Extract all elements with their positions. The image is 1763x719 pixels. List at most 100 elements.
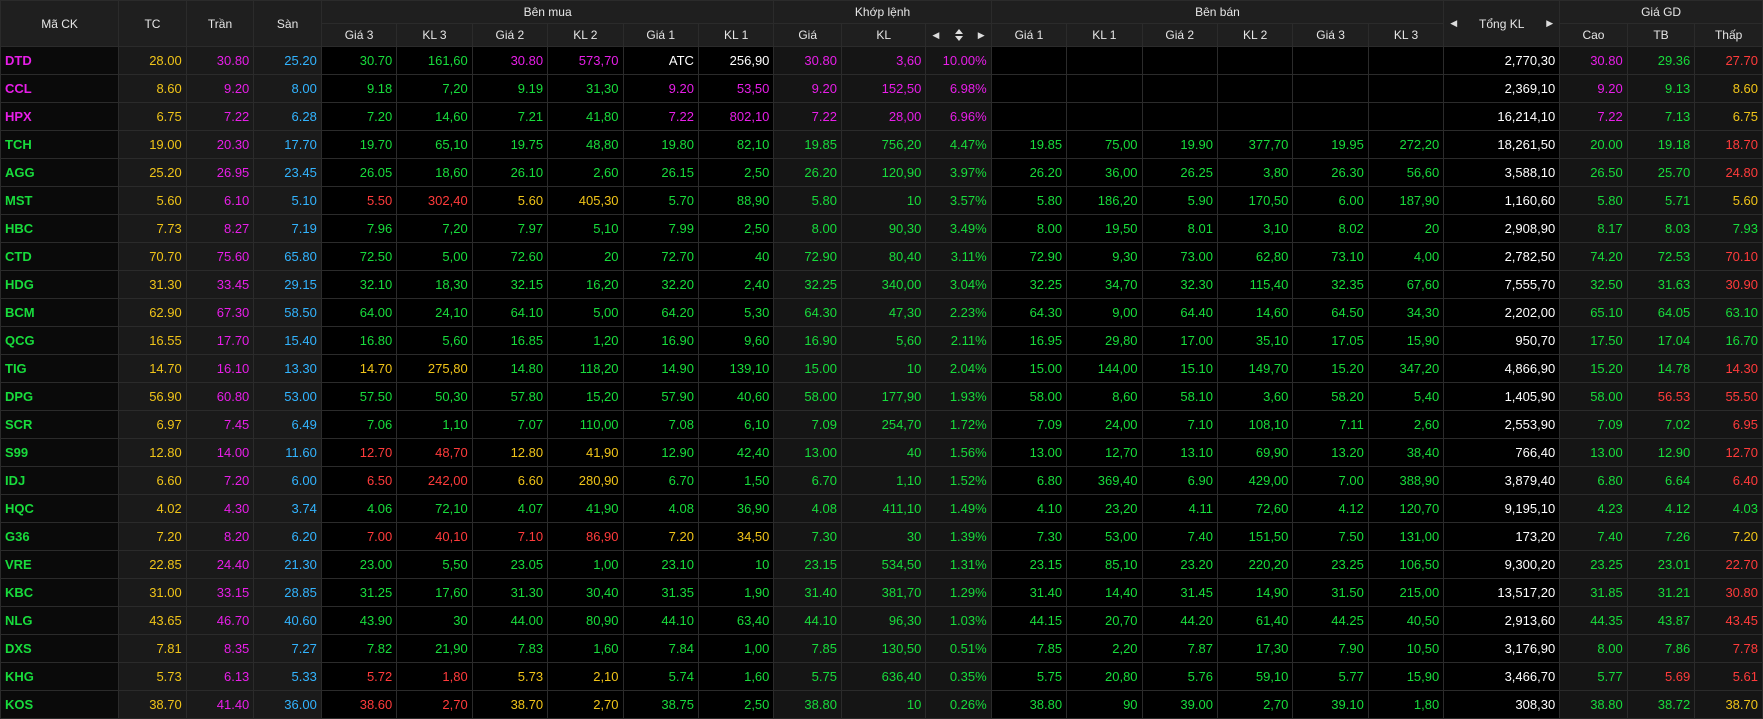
high-cell: 5.77	[1559, 662, 1628, 691]
table-row[interactable]: VRE 22.85 24.40 21.30 23.00 5,50 23.05 1,00 23.1…	[0, 550, 1763, 579]
table-row[interactable]: TIG 14.70 16.10 13.30 14.70 275,80 14.80 118,20…	[0, 354, 1763, 383]
ref-cell: 28.00	[118, 46, 187, 75]
table-row[interactable]: SCR 6.97 7.45 6.49 7.06 1,10 7.07 110,00 7.08 6,1…	[0, 410, 1763, 439]
bid-price-2-cell: 7.07	[471, 410, 549, 439]
avg-cell: 19.18	[1626, 130, 1696, 159]
col-header-bid-price-1[interactable]: Giá 1	[622, 23, 699, 47]
table-row[interactable]: HDG 31.30 33.45 29.15 32.10 18,30 32.15 16,20 32…	[0, 270, 1763, 299]
ask-vol-2-cell: 72,60	[1216, 494, 1294, 523]
bid-vol-2-cell: 41,90	[547, 494, 624, 523]
ask-price-2-cell: 19.90	[1141, 130, 1218, 159]
match-vol-cell: 47,30	[840, 298, 927, 327]
match-vol-cell: 80,40	[840, 242, 927, 271]
col-header-ref[interactable]: TC	[118, 0, 187, 47]
col-header-bid-price-3[interactable]: Giá 3	[320, 23, 398, 47]
ask-price-2-cell	[1141, 74, 1218, 103]
table-row[interactable]: HBC 7.73 8.27 7.19 7.96 7,20 7.97 5,10 7.99 2,50 8…	[0, 214, 1763, 243]
ask-vol-3-cell	[1367, 46, 1445, 75]
table-row[interactable]: MST 5.60 6.10 5.10 5.50 302,40 5.60 405,30 5.70 8…	[0, 186, 1763, 215]
sort-icon[interactable]	[954, 29, 964, 41]
col-header-ask-price-1[interactable]: Giá 1	[990, 23, 1068, 47]
col-header-ask-vol-1[interactable]: KL 1	[1066, 23, 1143, 47]
caret-right-icon[interactable]: ▶	[978, 30, 985, 41]
bid-vol-3-cell: 5,50	[396, 550, 473, 579]
col-header-match-price[interactable]: Giá	[773, 23, 842, 47]
bid-price-1-cell: 7.84	[622, 634, 699, 663]
table-row[interactable]: IDJ 6.60 7.20 6.00 6.50 242,00 6.60 280,90 6.70 1…	[0, 466, 1763, 495]
match-vol-cell: 10	[840, 186, 927, 215]
table-row[interactable]: CTD 70.70 75.60 65.80 72.50 5,00 72.60 20 72.70 4…	[0, 242, 1763, 271]
table-row[interactable]: G36 7.20 8.20 6.20 7.00 40,10 7.10 86,90 7.20 34,…	[0, 522, 1763, 551]
table-row[interactable]: DPG 56.90 60.80 53.00 57.50 50,30 57.80 15,20 57…	[0, 382, 1763, 411]
col-header-total-vol[interactable]: ◀ Tổng KL ▶	[1443, 0, 1561, 47]
col-header-bid-vol-2[interactable]: KL 2	[547, 23, 624, 47]
match-price-cell: 4.08	[773, 494, 842, 523]
col-header-bid-price-2[interactable]: Giá 2	[471, 23, 549, 47]
ask-vol-2-cell	[1216, 74, 1294, 103]
match-price-cell: 7.22	[773, 102, 842, 131]
col-header-match-vol[interactable]: KL	[840, 23, 927, 47]
ceil-cell: 67.30	[185, 298, 255, 327]
col-header-ceil[interactable]: Trần	[185, 0, 255, 47]
match-vol-cell: 3,60	[840, 46, 927, 75]
table-row[interactable]: KHG 5.73 6.13 5.33 5.72 1,80 5.73 2,10 5.74 1,60 5…	[0, 662, 1763, 691]
high-cell: 20.00	[1559, 130, 1628, 159]
ask-price-3-cell: 23.25	[1292, 550, 1369, 579]
col-header-bid-vol-3[interactable]: KL 3	[396, 23, 473, 47]
table-row[interactable]: QCG 16.55 17.70 15.40 16.80 5,60 16.85 1,20 16.9…	[0, 326, 1763, 355]
col-header-match-pct[interactable]: ◀ ▶	[925, 23, 992, 47]
low-cell: 27.70	[1694, 46, 1763, 75]
col-header-ask-price-3[interactable]: Giá 3	[1292, 23, 1369, 47]
col-header-floor[interactable]: Sàn	[253, 0, 322, 47]
col-header-high[interactable]: Cao	[1559, 23, 1628, 47]
col-header-avg[interactable]: TB	[1626, 23, 1696, 47]
total-vol-cell: 1,160,60	[1443, 186, 1561, 215]
col-header-ask-price-2[interactable]: Giá 2	[1141, 23, 1218, 47]
ceil-cell: 7.20	[185, 466, 255, 495]
bid-price-1-cell: 7.99	[622, 214, 699, 243]
bid-vol-2-cell: 5,10	[547, 214, 624, 243]
bid-price-2-cell: 19.75	[471, 130, 549, 159]
symbol-cell: DPG	[0, 382, 120, 411]
bid-vol-3-cell: 40,10	[396, 522, 473, 551]
caret-left-icon[interactable]: ◀	[1450, 18, 1457, 29]
table-row[interactable]: AGG 25.20 26.95 23.45 26.05 18,60 26.10 2,60 26.…	[0, 158, 1763, 187]
col-header-ask-vol-3[interactable]: KL 3	[1367, 23, 1445, 47]
match-vol-cell: 120,90	[840, 158, 927, 187]
col-header-symbol[interactable]: Mã CK	[0, 0, 120, 47]
col-header-ask-vol-2[interactable]: KL 2	[1216, 23, 1294, 47]
table-row[interactable]: S99 12.80 14.00 11.60 12.70 48,70 12.80 41,90 12…	[0, 438, 1763, 467]
bid-price-2-cell: 12.80	[471, 438, 549, 467]
table-row[interactable]: BCM 62.90 67.30 58.50 64.00 24,10 64.10 5,00 64.…	[0, 298, 1763, 327]
match-vol-cell: 152,50	[840, 74, 927, 103]
table-row[interactable]: DTD 28.00 30.80 25.20 30.70 161,60 30.80 573,70…	[0, 46, 1763, 75]
ask-price-3-cell: 6.00	[1292, 186, 1369, 215]
ask-vol-1-cell: 85,10	[1066, 550, 1143, 579]
ask-price-2-cell: 7.87	[1141, 634, 1218, 663]
caret-right-icon[interactable]: ▶	[1546, 18, 1553, 29]
table-row[interactable]: CCL 8.60 9.20 8.00 9.18 7,20 9.19 31,30 9.20 53,5…	[0, 74, 1763, 103]
table-row[interactable]: TCH 19.00 20.30 17.70 19.70 65,10 19.75 48,80 19…	[0, 130, 1763, 159]
match-price-cell: 6.70	[773, 466, 842, 495]
ask-price-2-cell: 7.40	[1141, 522, 1218, 551]
bid-vol-1-cell: 2,50	[697, 158, 775, 187]
col-header-low[interactable]: Thấp	[1694, 23, 1763, 47]
table-row[interactable]: NLG 43.65 46.70 40.60 43.90 30 44.00 80,90 44.10…	[0, 606, 1763, 635]
table-row[interactable]: DXS 7.81 8.35 7.27 7.82 21,90 7.83 1,60 7.84 1,00…	[0, 634, 1763, 663]
low-cell: 5.60	[1694, 186, 1763, 215]
avg-cell: 14.78	[1626, 354, 1696, 383]
table-row[interactable]: HQC 4.02 4.30 3.74 4.06 72,10 4.07 41,90 4.08 36,…	[0, 494, 1763, 523]
bid-price-2-cell: 7.97	[471, 214, 549, 243]
table-row[interactable]: KOS 38.70 41.40 36.00 38.60 2,70 38.70 2,70 38.7…	[0, 690, 1763, 719]
ask-price-3-cell: 15.20	[1292, 354, 1369, 383]
floor-cell: 25.20	[253, 46, 322, 75]
ask-vol-3-cell	[1367, 74, 1445, 103]
table-row[interactable]: KBC 31.00 33.15 28.85 31.25 17,60 31.30 30,40 31…	[0, 578, 1763, 607]
bid-vol-3-cell: 161,60	[396, 46, 473, 75]
caret-left-icon[interactable]: ◀	[932, 30, 939, 41]
ask-vol-2-cell: 61,40	[1216, 606, 1294, 635]
col-header-bid-vol-1[interactable]: KL 1	[697, 23, 775, 47]
ask-price-1-cell	[990, 74, 1068, 103]
table-row[interactable]: HPX 6.75 7.22 6.28 7.20 14,60 7.21 41,80 7.22 802…	[0, 102, 1763, 131]
low-cell: 5.61	[1694, 662, 1763, 691]
